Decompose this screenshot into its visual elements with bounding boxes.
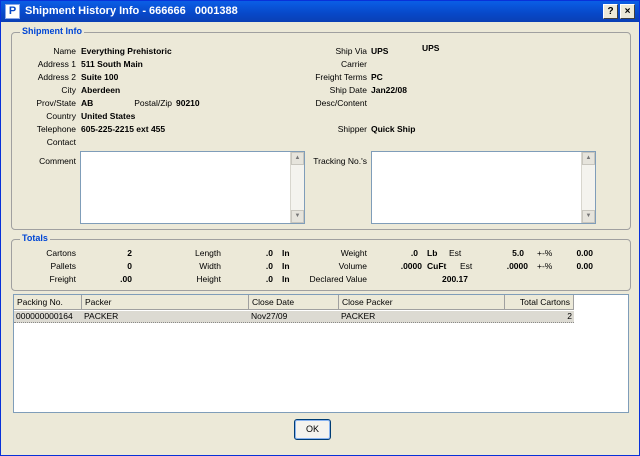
tracking-memo[interactable] [371, 151, 596, 224]
declared-value: 200.17 [442, 274, 468, 284]
ship-date-label: Ship Date [329, 85, 367, 95]
address2-value: Suite 100 [81, 72, 119, 82]
cell-close-date: Nov27/09 [251, 311, 288, 321]
city-value: Aberdeen [81, 85, 121, 95]
desc-content-label: Desc/Content [315, 98, 368, 108]
freight-value: .00 [120, 274, 132, 284]
country-label: Country [46, 111, 76, 121]
length-value: .0 [265, 248, 273, 258]
ship-via-description: UPS [422, 43, 440, 53]
weight-unit: Lb [427, 248, 438, 258]
height-label: Height [196, 274, 221, 284]
packing-grid[interactable]: Packing No. Packer Close Date Close Pack… [13, 294, 629, 413]
window-title: Shipment History Info - 666666 0001388 [25, 5, 238, 17]
totals-title: Totals [20, 233, 50, 243]
weight-est-value: 5.0 [512, 248, 524, 258]
volume-pct-value: 0.00 [576, 261, 593, 271]
volume-pct-label: +-% [537, 261, 553, 271]
height-unit: In [282, 274, 290, 284]
volume-value: .0000 [400, 261, 422, 271]
pallets-label: Pallets [50, 261, 76, 271]
telephone-label: Telephone [36, 124, 76, 134]
cartons-value: 2 [127, 248, 132, 258]
volume-est-label: Est [460, 261, 473, 271]
volume-est-value: .0000 [506, 261, 528, 271]
width-label: Width [199, 261, 221, 271]
length-label: Length [195, 248, 221, 258]
address1-value: 511 South Main [81, 59, 143, 69]
cell-packing-no: 000000000164 [16, 311, 73, 321]
tracking-scrollbar[interactable]: ▲ ▼ [581, 152, 595, 223]
telephone-value: 605-225-2215 ext 455 [81, 124, 166, 134]
weight-value: .0 [410, 248, 418, 258]
weight-est-label: Est [449, 248, 462, 258]
shipper-label: Shipper [337, 124, 367, 134]
comment-memo[interactable] [80, 151, 305, 224]
contact-label: Contact [46, 137, 76, 147]
shipment-history-window: P Shipment History Info - 666666 0001388… [0, 0, 640, 456]
comment-label: Comment [39, 156, 76, 166]
carrier-label: Carrier [341, 59, 367, 69]
country-value: United States [81, 111, 136, 121]
close-button[interactable]: × [620, 4, 635, 19]
city-label: City [61, 85, 76, 95]
address2-label: Address 2 [37, 72, 76, 82]
column-header-close-date[interactable]: Close Date [249, 295, 339, 310]
postal-zip-value: 90210 [176, 98, 200, 108]
postal-zip-label: Postal/Zip [134, 98, 172, 108]
address1-label: Address 1 [37, 59, 76, 69]
cell-total-cartons: 2 [567, 311, 572, 321]
freight-label: Freight [49, 274, 76, 284]
grid-header: Packing No. Packer Close Date Close Pack… [14, 295, 574, 310]
width-value: .0 [265, 261, 273, 271]
height-value: .0 [265, 274, 273, 284]
length-unit: In [282, 248, 290, 258]
column-header-packer[interactable]: Packer [82, 295, 249, 310]
ship-via-label: Ship Via [335, 46, 367, 56]
title-bar[interactable]: P Shipment History Info - 666666 0001388… [1, 1, 639, 22]
freight-terms-label: Freight Terms [315, 72, 367, 82]
ok-button[interactable]: OK [294, 419, 331, 440]
weight-label: Weight [340, 248, 367, 258]
scroll-up-arrow-icon[interactable]: ▲ [582, 152, 595, 165]
scroll-down-arrow-icon[interactable]: ▼ [582, 210, 595, 223]
shipment-info-title: Shipment Info [20, 26, 84, 36]
name-label: Name [53, 46, 76, 56]
pallets-value: 0 [127, 261, 132, 271]
column-header-close-packer[interactable]: Close Packer [339, 295, 505, 310]
prov-state-value: AB [81, 98, 94, 108]
ship-date-value: Jan22/08 [371, 85, 407, 95]
declared-value-label: Declared Value [309, 274, 368, 284]
weight-pct-label: +-% [537, 248, 553, 258]
shipper-value: Quick Ship [371, 124, 416, 134]
scroll-down-arrow-icon[interactable]: ▼ [291, 210, 304, 223]
ship-via-value: UPS [371, 46, 389, 56]
table-row[interactable]: 000000000164 PACKER Nov27/09 PACKER 2 [14, 311, 574, 323]
volume-unit: CuFt [427, 261, 447, 271]
volume-label: Volume [338, 261, 367, 271]
cartons-label: Cartons [46, 248, 76, 258]
cell-packer: PACKER [84, 311, 119, 321]
cell-close-packer: PACKER [341, 311, 376, 321]
column-header-packing-no[interactable]: Packing No. [14, 295, 82, 310]
freight-terms-value: PC [371, 72, 383, 82]
help-button[interactable]: ? [603, 4, 618, 19]
weight-pct-value: 0.00 [576, 248, 593, 258]
prov-state-label: Prov/State [36, 98, 76, 108]
column-header-total-cartons[interactable]: Total Cartons [505, 295, 574, 310]
app-icon: P [5, 4, 20, 19]
tracking-label: Tracking No.'s [313, 156, 367, 166]
name-value: Everything Prehistoric [81, 46, 172, 56]
width-unit: In [282, 261, 290, 271]
